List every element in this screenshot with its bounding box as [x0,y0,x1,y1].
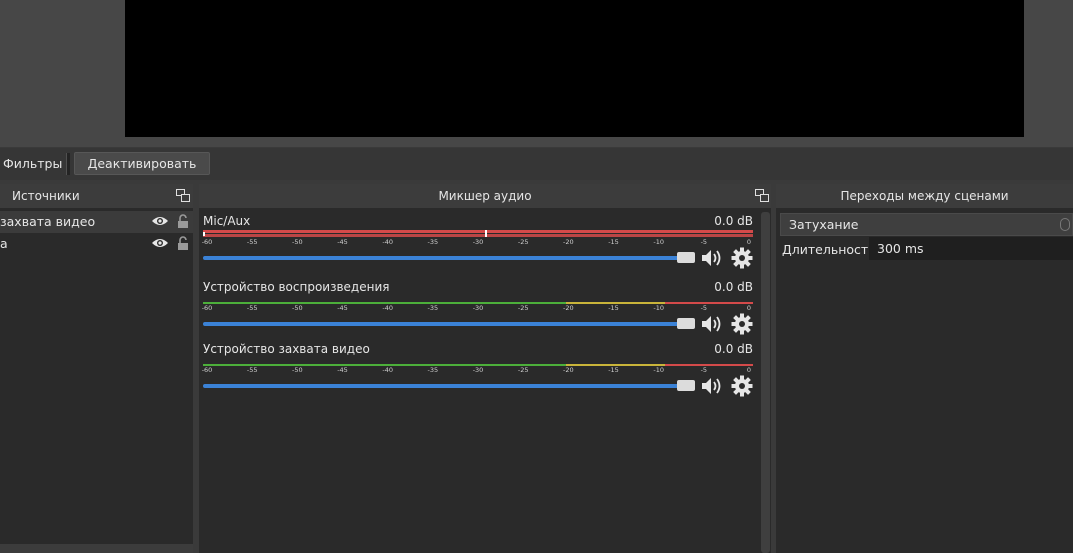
source-item[interactable]: захвата видео [0,211,193,233]
source-label: a [0,236,8,251]
meter-tick-label: 0 [746,366,752,374]
speaker-icon[interactable] [700,376,724,396]
meter-tick-label: -15 [608,366,619,374]
meter-tick-label: -45 [337,238,348,246]
channel-db: 0.0 dB [714,280,753,294]
meter-tick-label: -10 [653,238,664,246]
channel-name: Mic/Aux [203,214,251,228]
gear-icon[interactable] [731,375,753,397]
meter-tick-label: 0 [746,304,752,312]
undock-icon[interactable] [176,189,190,202]
meter-tick-label: -10 [653,304,664,312]
eye-icon[interactable] [151,237,169,249]
meter-tick-label: -45 [337,304,348,312]
meter-tick-label: -60 [201,238,213,246]
source-toolbar: Фильтры Деактивировать [0,148,1073,180]
preview-canvas[interactable] [125,0,1024,137]
meter-tick-label: -40 [382,238,393,246]
meter-tick-label: -20 [563,238,574,246]
preview-area [0,0,1073,147]
volume-slider-handle[interactable] [677,380,695,391]
mixer-channel: Устройство захвата видео 0.0 dB -60 -55 -50-… [201,342,755,402]
mixer-scrollbar[interactable] [761,212,770,553]
spinner-arrows-icon [1060,218,1070,231]
meter-tick-label: -10 [653,366,664,374]
gear-icon[interactable] [731,313,753,335]
source-item[interactable]: a [0,233,193,255]
meter-tick-label: -35 [427,304,439,312]
channel-db: 0.0 dB [714,342,753,356]
duration-label: Длительность [782,242,876,257]
unlock-icon[interactable] [177,214,189,229]
toolbar-separator [66,153,70,175]
sources-list: захвата видео a [0,208,193,553]
mixer-channel: Устройство воспроизведения 0.0 dB -60 -55 -5… [201,280,755,340]
meter-tick-label: -45 [337,366,348,374]
meter-tick-label: -35 [427,366,439,374]
sources-title: Источники [12,189,80,203]
meter-tick-label: -35 [427,238,439,246]
filters-button[interactable]: Фильтры [3,156,62,171]
meter-tick-label: -55 [246,304,258,312]
meter-tick-label: -25 [517,238,529,246]
meter-tick-label: 0 [746,238,752,246]
meter-tick-label: -40 [382,304,393,312]
meter-tick-label: -5 [700,366,708,374]
meter-tick-label: -20 [563,366,574,374]
speaker-icon[interactable] [700,248,724,268]
meter-tick-label: -5 [700,238,708,246]
meter-scale: -60 -55 -50 -45 -40 -35 -30 -25 -20 -15 -10 -5 0 [201,304,753,316]
meter-tick-label: -15 [608,304,619,312]
channel-db: 0.0 dB [714,214,753,228]
volume-slider[interactable] [203,384,679,388]
eye-icon[interactable] [151,215,169,227]
volume-slider[interactable] [203,256,679,260]
deactivate-button[interactable]: Деактивировать [74,152,210,175]
meter-tick-label: -25 [517,304,529,312]
mixer-dock-title: Микшер аудио [199,184,771,208]
undock-icon[interactable] [755,189,769,202]
mixer-channel: Mic/Aux 0.0 dB -60 -55 -50 -45 -40 -35 -30 -25 -20… [201,214,755,274]
sources-footer [0,544,193,553]
transition-selected: Затухание [789,217,859,232]
duration-input[interactable]: 300 ms [869,237,1073,260]
meter-tick-label: -30 [472,366,484,374]
meter-tick-label: -50 [292,238,303,246]
source-label: захвата видео [0,214,96,229]
meter-tick-label: -55 [246,366,258,374]
meter-tick-label: -60 [201,366,213,374]
channel-name: Устройство захвата видео [203,342,370,356]
meter-tick-label: -15 [608,238,619,246]
speaker-icon[interactable] [700,314,724,334]
transitions-title: Переходы между сценами [840,189,1009,203]
volume-slider-handle[interactable] [677,318,695,329]
volume-slider-handle[interactable] [677,252,695,263]
meter-scale: -60 -55 -50 -45 -40 -35 -30 -25 -20 -15 -10 -5 0 [201,238,753,250]
mixer-title: Микшер аудио [438,189,532,203]
meter-tick-label: -50 [292,304,303,312]
channel-name: Устройство воспроизведения [203,280,390,294]
gear-icon[interactable] [731,247,753,269]
meter-tick-label: -55 [246,238,258,246]
volume-slider[interactable] [203,322,679,326]
unlock-icon[interactable] [177,236,189,251]
meter-tick-label: -25 [517,366,529,374]
transition-select[interactable]: Затухание [780,213,1073,236]
transitions-dock-title: Переходы между сценами [776,184,1073,208]
sources-dock-title: Источники [0,184,193,208]
meter-scale: -60 -55 -50 -45 -40 -35 -30 -25 -20 -15 -10 -5 0 [201,366,753,378]
meter-tick-label: -5 [700,304,708,312]
meter-tick-label: -20 [563,304,574,312]
meter-tick-label: -30 [472,304,484,312]
meter-tick-label: -60 [201,304,213,312]
meter-tick-label: -50 [292,366,303,374]
meter-tick-label: -40 [382,366,393,374]
meter-tick-label: -30 [472,238,484,246]
